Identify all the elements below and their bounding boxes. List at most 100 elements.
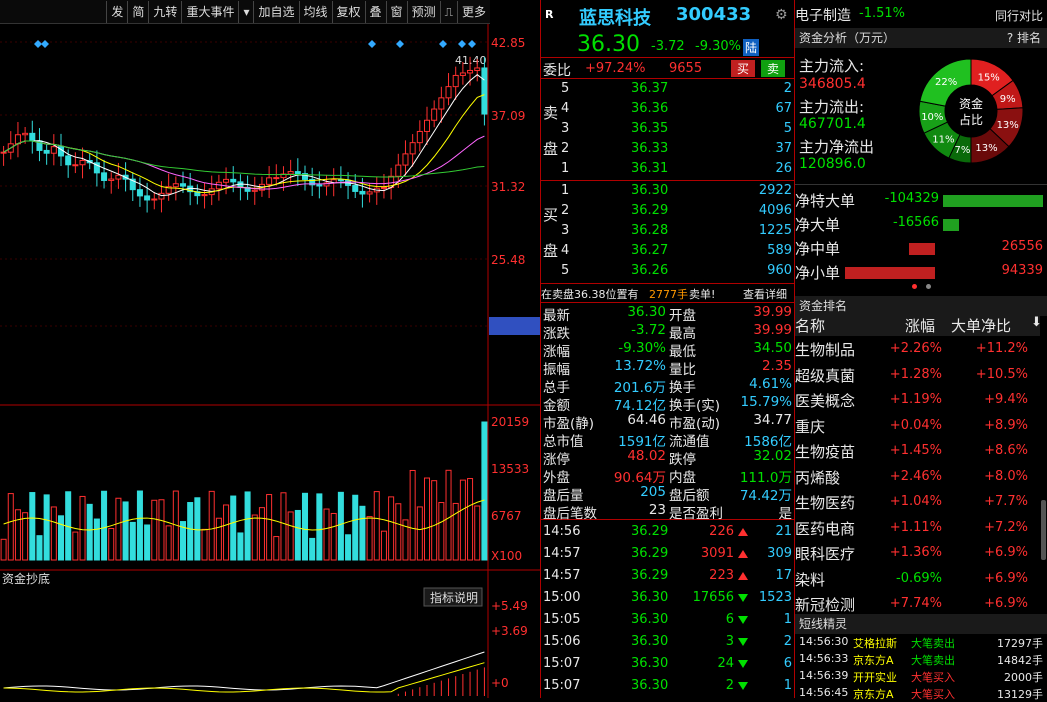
- sector-change: +0.04%: [889, 417, 942, 433]
- news-row[interactable]: 14:56:30 艾格拉斯 大笔卖出 17297手: [795, 634, 1047, 651]
- toolbar-item[interactable]: 均线: [298, 0, 332, 23]
- toolbar-item[interactable]: 加自选: [253, 0, 298, 23]
- news-stock[interactable]: 艾格拉斯: [853, 635, 897, 651]
- page-dot-active[interactable]: [912, 284, 917, 289]
- sort-down-icon[interactable]: ⬇: [1031, 315, 1042, 330]
- sector-name[interactable]: 眼科医疗: [795, 543, 855, 564]
- rank-row[interactable]: 生物制品 +2.26% +11.2%: [795, 336, 1040, 361]
- event-marker-icon[interactable]: [458, 40, 466, 48]
- tick-time: 15:00: [543, 590, 581, 605]
- volume-bar: [165, 525, 172, 561]
- view-detail-link[interactable]: 查看详细: [743, 286, 787, 302]
- news-stock[interactable]: 开开实业: [853, 669, 897, 685]
- sector-net-ratio: +8.6%: [984, 443, 1028, 458]
- tick-row: 14:56 36.29 226 21: [541, 521, 794, 543]
- donut-center-label: 资金: [959, 96, 983, 111]
- sector-name[interactable]: 生物医药: [795, 492, 855, 513]
- sector-name[interactable]: 新冠检测: [795, 594, 855, 615]
- donut-slice-label: 11%: [932, 135, 954, 146]
- rank-row[interactable]: 生物疫苗 +1.45% +8.6%: [795, 438, 1040, 463]
- sector-name[interactable]: 电子制造: [795, 5, 851, 25]
- toolbar-item[interactable]: 发: [106, 0, 127, 23]
- volume-bar: [86, 503, 93, 561]
- candle-body: [409, 142, 416, 155]
- sector-name[interactable]: 生物制品: [795, 339, 855, 360]
- event-marker-icon[interactable]: [468, 40, 476, 48]
- volume-bar: [409, 469, 416, 561]
- tick-price: 36.29: [631, 568, 669, 583]
- event-marker-icon[interactable]: [368, 40, 376, 48]
- kline-chart[interactable]: 42.8537.0931.3225.4820.0420159135336767X…: [0, 24, 540, 698]
- sector-name[interactable]: 丙烯酸: [795, 467, 840, 488]
- news-row[interactable]: 14:56:33 京东方A 大笔卖出 14842手: [795, 651, 1047, 668]
- sector-change: +1.04%: [889, 494, 942, 509]
- rank-row[interactable]: 超级真菌 +1.28% +10.5%: [795, 362, 1040, 387]
- rank-row[interactable]: 新冠检测 +7.74% +6.9%: [795, 591, 1040, 616]
- sector-name[interactable]: 染料: [795, 569, 825, 590]
- toolbar-item[interactable]: 九转: [148, 0, 181, 23]
- event-marker-icon[interactable]: [396, 40, 404, 48]
- sector-name[interactable]: 生物疫苗: [795, 441, 855, 462]
- rank-row[interactable]: 染料 -0.69% +6.9%: [795, 566, 1040, 591]
- rank-row[interactable]: 丙烯酸 +2.46% +8.0%: [795, 464, 1040, 489]
- capital-rank-link[interactable]: ? 排名: [1007, 28, 1041, 48]
- event-marker-icon[interactable]: [41, 40, 49, 48]
- news-stock[interactable]: 京东方A: [853, 652, 894, 668]
- col-name[interactable]: 名称: [795, 315, 825, 336]
- peer-compare-link[interactable]: 同行对比: [995, 7, 1043, 24]
- event-marker-icon[interactable]: [34, 40, 42, 48]
- tick-count: 21: [775, 524, 792, 539]
- buy-button[interactable]: 买: [731, 60, 756, 77]
- toolbar-item[interactable]: 复权: [331, 0, 365, 23]
- col-big-order-net[interactable]: 大单净比: [951, 315, 1011, 336]
- toolbar-item[interactable]: 叠: [364, 0, 386, 23]
- volume-bar: [481, 421, 488, 561]
- kline-chart-panel[interactable]: 42.8537.0931.3225.4820.0420159135336767X…: [0, 24, 540, 698]
- volume-bar: [423, 477, 431, 561]
- stat-label: 跌停: [669, 452, 696, 468]
- indicator-help-label[interactable]: 指标说明: [430, 590, 478, 605]
- page-dot[interactable]: [926, 284, 931, 289]
- news-stock[interactable]: 京东方A: [853, 686, 894, 702]
- stat-label: 外盘: [543, 470, 570, 486]
- sell-price: 36.35: [631, 121, 669, 136]
- sell-button[interactable]: 卖: [761, 60, 786, 77]
- sector-name[interactable]: 重庆: [795, 416, 825, 437]
- news-row[interactable]: 14:56:45 京东方A 大笔买入 13129手: [795, 685, 1047, 702]
- sector-name[interactable]: 超级真菌: [795, 365, 855, 386]
- toolbar-item[interactable]: 窗: [385, 0, 407, 23]
- col-change[interactable]: 涨幅: [905, 315, 935, 336]
- rank-row[interactable]: 眼科医疗 +1.36% +6.9%: [795, 540, 1040, 565]
- current-price-marker: [489, 317, 540, 335]
- tick-time: 15:07: [543, 678, 581, 693]
- toolbar-item[interactable]: ⎍: [439, 0, 457, 23]
- donut-slice-label: 9%: [1000, 94, 1016, 105]
- volume-bar: [380, 530, 387, 561]
- sector-name[interactable]: 医美概念: [795, 390, 855, 411]
- tick-row: 15:07 36.30 24 6: [541, 653, 794, 675]
- sector-name[interactable]: 医药电商: [795, 518, 855, 539]
- candle-body: [0, 151, 7, 154]
- rank-row[interactable]: 重庆 +0.04% +8.9%: [795, 413, 1040, 438]
- rank-row[interactable]: 医药电商 +1.11% +7.2%: [795, 515, 1040, 540]
- volume-bar: [230, 495, 237, 561]
- stat-row: 涨跌 -3.72 最高 39.99: [541, 322, 794, 342]
- volume-bar: [237, 532, 244, 561]
- toolbar-item[interactable]: ▾: [238, 0, 253, 23]
- event-marker-icon[interactable]: [439, 40, 447, 48]
- candle-body: [108, 178, 115, 181]
- rank-scrollbar[interactable]: [1041, 500, 1046, 560]
- gear-icon[interactable]: ⚙: [775, 7, 788, 23]
- stat-row: 总市值 1591亿 流通值 1586亿: [541, 430, 794, 450]
- toolbar-item[interactable]: 重大事件: [181, 0, 238, 23]
- indicator-name[interactable]: 资金抄底: [2, 571, 50, 586]
- toolbar-item[interactable]: 预测: [406, 0, 440, 23]
- toolbar-item[interactable]: 更多: [456, 0, 490, 23]
- rank-row[interactable]: 生物医药 +1.04% +7.7%: [795, 489, 1040, 514]
- toolbar-item[interactable]: 简: [127, 0, 148, 23]
- news-row[interactable]: 14:56:39 开开实业 大笔买入 2000手: [795, 668, 1047, 685]
- rank-row[interactable]: 医美概念 +1.19% +9.4%: [795, 387, 1040, 412]
- tick-row: 14:57 36.29 223 17: [541, 565, 794, 587]
- volume-bar: [388, 496, 395, 561]
- candle-body: [29, 132, 36, 142]
